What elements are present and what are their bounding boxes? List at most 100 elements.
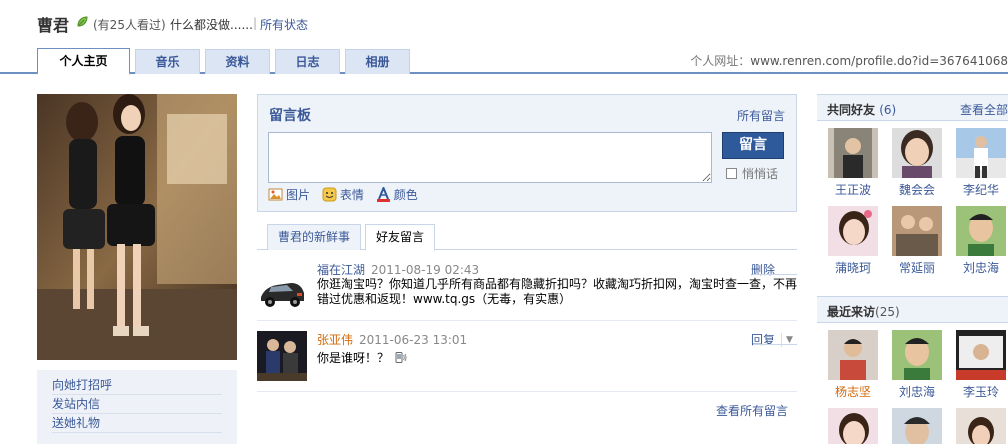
separator: | — [253, 16, 258, 30]
visitor-card[interactable] — [956, 408, 1006, 444]
tab-home[interactable]: 个人主页 — [37, 48, 130, 75]
status-leaf-icon — [77, 16, 88, 27]
recent-visitors-panel: 最近来访(25) 杨志坚 刘忠海 李玉玲 — [817, 296, 1008, 444]
text-color-tool[interactable]: 颜色 — [376, 186, 418, 203]
message-author[interactable]: 福在江湖 — [317, 263, 365, 277]
visitor-avatar[interactable] — [828, 330, 878, 380]
recent-visitors-title-text: 最近来访 — [827, 305, 876, 319]
message-meta: 福在江湖 2011-08-19 02:43 — [317, 261, 479, 278]
recent-visitors-count: (25) — [875, 305, 900, 319]
text-color-icon — [376, 187, 390, 202]
visitor-avatar[interactable] — [828, 408, 878, 444]
message-author[interactable]: 张亚伟 — [317, 333, 353, 347]
commenter-avatar[interactable] — [257, 265, 307, 315]
visitor-avatar[interactable] — [892, 330, 942, 380]
friend-card[interactable]: 魏会会 — [892, 128, 942, 198]
friend-card[interactable]: 刘忠海 — [956, 206, 1006, 276]
visitor-count: (有25人看过) — [93, 18, 166, 32]
whisper-checkbox[interactable]: 悄悄话 — [726, 165, 778, 182]
status-text: 什么都没做...... — [170, 18, 253, 32]
tab-blog[interactable]: 日志 — [275, 49, 340, 74]
profile-header: 曹君 (有25人看过) 什么都没做...... | 所有状态 — [0, 0, 1008, 44]
insert-emoji-tool[interactable]: 表情 — [322, 186, 364, 203]
message-divider — [257, 391, 797, 392]
tab-music[interactable]: 音乐 — [135, 49, 200, 74]
visitor-card[interactable]: 刘忠海 — [892, 330, 942, 400]
friend-avatar[interactable] — [956, 206, 1006, 256]
friend-name[interactable]: 常延丽 — [892, 259, 942, 276]
common-friends-header: 共同好友 (6) 查看全部 — [817, 94, 1008, 121]
emoji-icon — [322, 187, 337, 202]
message-item: 张亚伟 2011-06-23 13:01 回复 ▼ 你是谁呀！？ — [257, 331, 797, 389]
friend-card[interactable]: 王正波 — [828, 128, 878, 198]
message-divider — [257, 320, 797, 321]
all-status-link[interactable]: 所有状态 — [260, 16, 308, 33]
recent-visitors-title: 最近来访(25) — [827, 303, 900, 320]
visitor-avatar[interactable] — [956, 408, 1006, 444]
action-underline — [753, 274, 797, 275]
message-item: 福在江湖 2011-08-19 02:43 删除 你逛淘宝吗？你知道几乎所有商品都… — [257, 261, 797, 319]
visitor-name[interactable]: 刘忠海 — [892, 383, 942, 400]
view-all-messages-link[interactable]: 查看所有留言 — [716, 402, 788, 419]
commenter-avatar[interactable] — [257, 331, 307, 381]
friend-avatar[interactable] — [828, 128, 878, 178]
send-gift-link[interactable]: 送她礼物 — [52, 414, 222, 433]
feed-tabs: 曹君的新鲜事 好友留言 — [257, 224, 797, 251]
message-time: 2011-08-19 02:43 — [371, 263, 480, 277]
friend-name[interactable]: 王正波 — [828, 181, 878, 198]
friend-avatar[interactable] — [956, 128, 1006, 178]
tab-friend-messages[interactable]: 好友留言 — [365, 224, 436, 251]
view-all-friends-link[interactable]: 查看全部 — [960, 101, 1008, 118]
friend-avatar[interactable] — [892, 128, 942, 178]
profile-url-label: 个人网址： — [690, 54, 751, 68]
friend-card[interactable]: 蒲晓珂 — [828, 206, 878, 276]
profile-actions: 向她打招呼 发站内信 送她礼物 — [37, 370, 237, 444]
visitor-card[interactable] — [828, 408, 878, 444]
image-tool-label: 图片 — [286, 188, 311, 202]
delete-message-link[interactable]: 删除 — [751, 261, 775, 278]
board-tools: 图片 表情 颜色 — [268, 186, 426, 203]
friend-name[interactable]: 刘忠海 — [956, 259, 1006, 276]
submit-message-button[interactable]: 留言 — [722, 132, 784, 159]
recent-visitors-header: 最近来访(25) — [817, 296, 1008, 323]
reply-message-link[interactable]: 回复 — [751, 331, 775, 348]
friend-name[interactable]: 李纪华 — [956, 181, 1006, 198]
visitor-card[interactable]: 李玉玲 — [956, 330, 1006, 400]
message-input[interactable] — [268, 132, 712, 183]
visitor-avatar[interactable] — [956, 330, 1006, 380]
send-message-link[interactable]: 发站内信 — [52, 395, 222, 414]
board-title: 留言板 — [269, 108, 311, 124]
emoji-tool-label: 表情 — [339, 188, 364, 202]
friend-card[interactable]: 常延丽 — [892, 206, 942, 276]
message-time: 2011-06-23 13:01 — [359, 333, 468, 347]
common-friends-title: 共同好友 (6) — [827, 101, 896, 118]
friend-card[interactable]: 李纪华 — [956, 128, 1006, 198]
profile-url-value[interactable]: www.renren.com/profile.do?id=367641068 — [750, 54, 1008, 68]
tab-news-feed[interactable]: 曹君的新鲜事 — [267, 224, 362, 250]
visitor-card[interactable]: 杨志坚 — [828, 330, 878, 400]
all-messages-link[interactable]: 所有留言 — [737, 107, 785, 124]
friend-avatar[interactable] — [892, 206, 942, 256]
action-underline — [753, 344, 797, 345]
image-icon — [268, 188, 283, 201]
visitor-name[interactable]: 李玉玲 — [956, 383, 1006, 400]
friend-avatar[interactable] — [828, 206, 878, 256]
greet-link[interactable]: 向她打招呼 — [52, 376, 222, 395]
message-board: 留言板 所有留言 留言 悄悄话 图片 表情 颜色 — [257, 94, 797, 212]
visitor-avatar[interactable] — [892, 408, 942, 444]
message-text: 你是谁呀！？ — [317, 351, 390, 365]
tab-album[interactable]: 相册 — [345, 49, 410, 74]
friend-name[interactable]: 蒲晓珂 — [828, 259, 878, 276]
common-friends-panel: 共同好友 (6) 查看全部 王正波 魏会会 李纪华 蒲晓珂 常延丽 刘忠海 — [817, 94, 1008, 284]
visitor-card[interactable] — [892, 408, 942, 444]
profile-photo[interactable] — [37, 94, 237, 360]
friend-name[interactable]: 魏会会 — [892, 181, 942, 198]
message-body: 你是谁呀！？ — [317, 351, 797, 366]
whisper-label: 悄悄话 — [742, 167, 779, 181]
insert-image-tool[interactable]: 图片 — [268, 186, 310, 203]
checkbox-icon[interactable] — [726, 168, 737, 179]
visitor-name[interactable]: 杨志坚 — [828, 383, 878, 400]
common-friends-title-text: 共同好友 — [827, 103, 876, 117]
tab-info[interactable]: 资料 — [205, 49, 270, 74]
mobile-icon — [395, 352, 407, 363]
